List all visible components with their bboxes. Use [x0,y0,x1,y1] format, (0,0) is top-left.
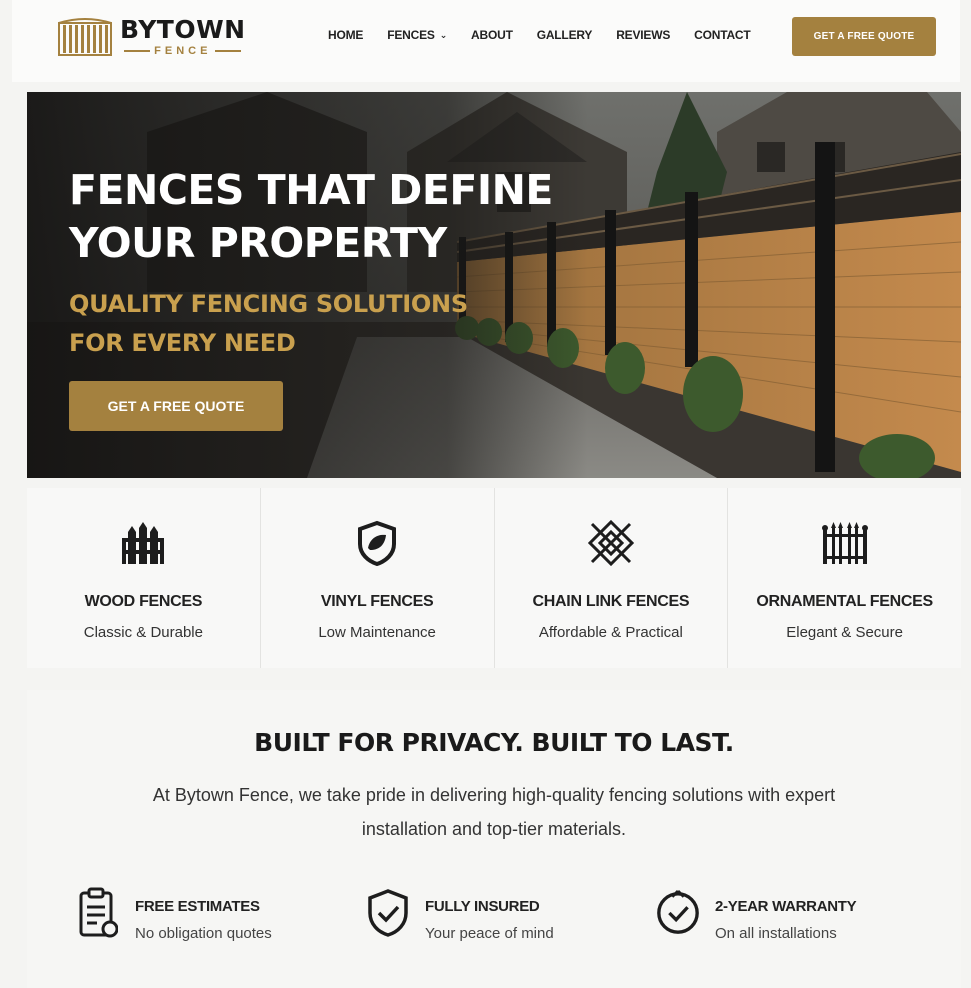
chevron-down-icon: ⌄ [439,29,448,40]
category-title: WOOD FENCES [84,593,203,610]
feature-free-estimates: FREE ESTIMATES No obligation quotes [75,886,272,956]
category-card-chain-link[interactable]: CHAIN LINK FENCES Affordable & Practical [494,488,729,668]
feature-title: 2-YEAR WARRANTY [715,898,857,915]
category-title: CHAIN LINK FENCES [532,593,690,610]
nav-item-gallery[interactable]: GALLERY [537,28,593,42]
page: BYTOWN FENCE HOME FENCES ⌄ ABOUT GALLERY … [0,0,971,988]
nav-item-fences[interactable]: FENCES ⌄ [387,28,447,42]
brand-name: BYTOWN [120,15,246,44]
wood-fence-icon [118,518,168,568]
site-header: BYTOWN FENCE HOME FENCES ⌄ ABOUT GALLERY … [12,0,960,82]
category-subtitle: Classic & Durable [83,624,203,641]
category-subtitle: Affordable & Practical [538,624,683,641]
nav-item-label: FENCES [387,28,435,42]
about-section: BUILT FOR PRIVACY. BUILT TO LAST. At Byt… [27,690,961,988]
nav-item-contact[interactable]: CONTACT [694,28,751,42]
hero-title: FENCES THAT DEFINE YOUR PROPERTY [69,166,553,267]
shield-check-icon [365,886,411,940]
nav-item-label: HOME [328,28,364,42]
nav-item-about[interactable]: ABOUT [471,28,513,42]
shield-leaf-icon [352,518,402,568]
feature-title: FREE ESTIMATES [135,898,260,915]
brand-logo[interactable]: BYTOWN FENCE [58,14,246,60]
about-text: At Bytown Fence, we take pride in delive… [152,785,836,839]
brand-tagline: FENCE [154,45,212,57]
feature-subtitle: On all installations [715,925,837,942]
nav-item-reviews[interactable]: REVIEWS [616,28,670,42]
hero-banner: FENCES THAT DEFINE YOUR PROPERTY QUALITY… [27,92,961,478]
category-title: VINYL FENCES [320,593,434,610]
hero-subtitle: QUALITY FENCING SOLUTIONS FOR EVERY NEED [69,290,468,357]
fence-categories: WOOD FENCES Classic & Durable VINYL FENC… [27,488,961,668]
main-nav: HOME FENCES ⌄ ABOUT GALLERY REVIEWS CONTA… [328,28,775,42]
nav-item-home[interactable]: HOME [328,28,363,42]
badge-check-icon [655,886,701,940]
ornamental-fence-icon [820,518,870,568]
category-card-ornamental[interactable]: ORNAMENTAL FENCES Elegant & Secure [728,488,961,668]
nav-item-label: ABOUT [471,28,513,42]
feature-fully-insured: FULLY INSURED Your peace of mind [365,886,554,956]
category-subtitle: Elegant & Secure [786,624,903,641]
feature-subtitle: Your peace of mind [425,925,554,942]
category-subtitle: Low Maintenance [318,624,436,641]
nav-item-label: REVIEWS [616,28,671,42]
nav-item-label: CONTACT [694,28,751,42]
category-card-vinyl[interactable]: VINYL FENCES Low Maintenance [260,488,495,668]
header-quote-button[interactable]: GET A FREE QUOTE [792,17,936,56]
hero-quote-button[interactable]: GET A FREE QUOTE [69,381,283,431]
category-title: ORNAMENTAL FENCES [756,593,933,610]
feature-subtitle: No obligation quotes [135,925,272,942]
feature-warranty: 2-YEAR WARRANTY On all installations [655,886,857,956]
nav-item-label: GALLERY [536,28,593,42]
chain-link-icon [586,518,636,568]
fence-panel-icon [58,17,112,57]
about-title: BUILT FOR PRIVACY. BUILT TO LAST. [254,728,734,757]
clipboard-icon [75,886,121,940]
feature-title: FULLY INSURED [425,898,540,915]
category-card-wood[interactable]: WOOD FENCES Classic & Durable [27,488,261,668]
features-row: FREE ESTIMATES No obligation quotes FULL… [27,886,961,966]
